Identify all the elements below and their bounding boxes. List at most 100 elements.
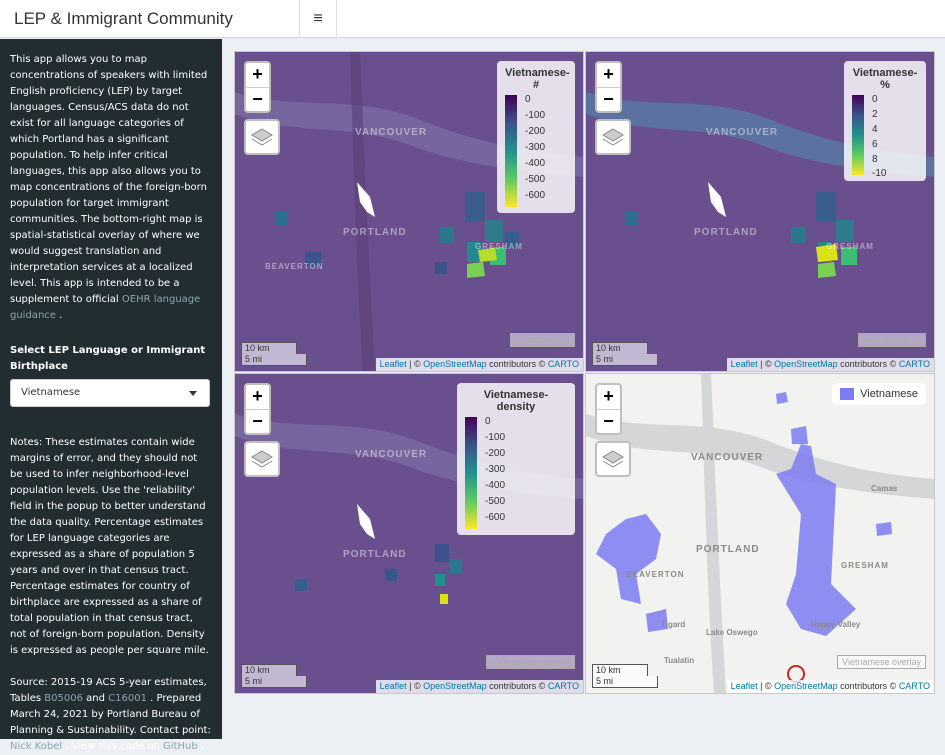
notes-text: Notes: These estimates contain wide marg… — [10, 437, 209, 656]
attribution: Leaflet | © OpenStreetMap contributors ©… — [726, 358, 934, 371]
map-overlay[interactable]: VANCOUVER PORTLAND BEAVERTON GRESHAM Hap… — [585, 373, 935, 694]
hamburger-icon[interactable]: ≡ — [300, 0, 337, 38]
attribution: Leaflet | © OpenStreetMap contributors ©… — [375, 358, 583, 371]
zoom-out-button[interactable]: − — [246, 87, 269, 111]
layer-label: Vietnamese-# — [509, 333, 575, 347]
leaflet-link[interactable]: Leaflet — [731, 359, 758, 369]
scale-km: 10 km — [241, 342, 297, 354]
leaflet-link[interactable]: Leaflet — [731, 681, 758, 691]
osm-link[interactable]: OpenStreetMap — [774, 681, 838, 691]
zoom-out-button[interactable]: − — [246, 409, 269, 433]
app-title: LEP & Immigrant Community Explorer — [0, 0, 300, 66]
attrib-mid: contributors © — [837, 681, 899, 691]
legend-tick: 0 — [485, 416, 491, 427]
legend-tick: -200 — [525, 126, 546, 137]
osm-link[interactable]: OpenStreetMap — [774, 359, 838, 369]
zoom-in-button[interactable]: + — [246, 385, 269, 409]
osm-link[interactable]: OpenStreetMap — [423, 359, 487, 369]
color-ramp — [852, 95, 864, 175]
legend-tick: 0 — [525, 94, 531, 105]
zoom-in-button[interactable]: + — [246, 63, 269, 87]
carto-link[interactable]: CARTO — [548, 359, 579, 369]
legend-title: Vietnamese-% — [852, 67, 918, 91]
attrib-sep: | © — [406, 359, 424, 369]
source-text: Source: 2015-19 ACS 5-year estimates, Ta… — [10, 675, 212, 755]
c16001-link[interactable]: C16001 — [108, 693, 147, 704]
attrib-mid: contributors © — [486, 359, 548, 369]
attribution: Leaflet | © OpenStreetMap contributors ©… — [375, 680, 583, 693]
legend-tick: -200 — [485, 448, 506, 459]
place-label-gresham: GRESHAM — [826, 242, 874, 251]
chevron-down-icon — [189, 391, 197, 396]
map-percent[interactable]: VANCOUVER PORTLAND GRESHAM + − Vietnames… — [585, 51, 935, 372]
select-label: Select LEP Language or Immigrant Birthpl… — [10, 345, 206, 372]
legend-tick: -600 — [485, 512, 506, 523]
legend-ticks: 0 2 4 6 8 -10 — [868, 94, 908, 179]
place-label-portland: PORTLAND — [694, 227, 758, 238]
carto-link[interactable]: CARTO — [548, 681, 579, 691]
legend-ticks: 0 -100 -200 -300 -400 -500 -600 — [481, 417, 521, 529]
place-label-camas: Camas — [871, 484, 898, 493]
sidebar: This app allows you to map concentration… — [0, 39, 222, 752]
attrib-sep: | © — [406, 681, 424, 691]
legend-tick: -100 — [485, 432, 506, 443]
zoom-control: + − — [244, 383, 271, 435]
scale-mi: 5 mi — [241, 676, 307, 688]
layers-icon[interactable] — [244, 119, 280, 155]
leaflet-link[interactable]: Leaflet — [380, 681, 407, 691]
carto-link[interactable]: CARTO — [899, 359, 930, 369]
zoom-in-button[interactable]: + — [597, 63, 620, 87]
legend-tick: 4 — [872, 124, 878, 135]
legend-tick: 0 — [872, 94, 878, 105]
legend-tick: -500 — [525, 174, 546, 185]
osm-link[interactable]: OpenStreetMap — [423, 681, 487, 691]
map-count[interactable]: VANCOUVER PORTLAND BEAVERTON GRESHAM + −… — [234, 51, 584, 372]
place-label-beaverton: BEAVERTON — [265, 262, 324, 271]
place-label-portland: PORTLAND — [696, 544, 760, 555]
place-label-lake-oswego: Lake Oswego — [706, 628, 758, 637]
legend-ticks: 0 -100 -200 -300 -400 -500 -600 — [521, 95, 561, 207]
place-label-gresham: GRESHAM — [475, 242, 523, 251]
contact-link[interactable]: Nick Kobel — [10, 741, 62, 752]
place-label-gresham: GRESHAM — [841, 561, 889, 570]
layer-label: Vietnamese-% — [857, 333, 926, 347]
scale-mi: 5 mi — [592, 676, 658, 688]
place-label-portland: PORTLAND — [343, 227, 407, 238]
layer-label: Vietnamese-density — [486, 655, 575, 669]
language-select-value: Vietnamese — [21, 387, 81, 398]
header-bar: LEP & Immigrant Community Explorer ≡ — [0, 0, 945, 66]
legend-tick: -100 — [525, 110, 546, 121]
attribution: Leaflet | © OpenStreetMap contributors ©… — [726, 680, 934, 693]
color-ramp — [505, 95, 517, 207]
language-select[interactable]: Vietnamese — [10, 379, 210, 407]
legend-tick: 6 — [872, 139, 878, 150]
layers-icon[interactable] — [595, 441, 631, 477]
map-grid: VANCOUVER PORTLAND BEAVERTON GRESHAM + −… — [222, 39, 945, 739]
zoom-out-button[interactable]: − — [597, 409, 620, 433]
zoom-in-button[interactable]: + — [597, 385, 620, 409]
place-label-portland: PORTLAND — [343, 549, 407, 560]
legend-title: Vietnamese-# — [505, 67, 570, 91]
source-c: . View this code on — [65, 741, 160, 752]
attrib-sep: | © — [757, 681, 775, 691]
map-density[interactable]: VANCOUVER PORTLAND + − Vietnamese-densit… — [234, 373, 584, 694]
zoom-out-button[interactable]: − — [597, 87, 620, 111]
intro-text: This app allows you to map concentration… — [10, 52, 212, 324]
scale-bar: 10 km 5 mi — [592, 664, 658, 688]
intro-body: This app allows you to map concentration… — [10, 54, 208, 305]
intro-end: . — [59, 310, 63, 321]
legend-tick: -500 — [485, 496, 506, 507]
scale-mi: 5 mi — [592, 354, 658, 366]
legend-density: Vietnamese-density 0 -100 -200 -300 -400… — [457, 383, 575, 535]
carto-link[interactable]: CARTO — [899, 681, 930, 691]
layers-icon[interactable] — [244, 441, 280, 477]
legend-tick: -400 — [485, 480, 506, 491]
legend-tick: -300 — [485, 464, 506, 475]
b05006-link[interactable]: B05006 — [44, 693, 83, 704]
layers-icon[interactable] — [595, 119, 631, 155]
zoom-control: + − — [595, 61, 622, 113]
overlay-legend-label: Vietnamese — [860, 388, 918, 400]
github-link[interactable]: GitHub — [163, 741, 198, 752]
zoom-control: + − — [244, 61, 271, 113]
leaflet-link[interactable]: Leaflet — [380, 359, 407, 369]
